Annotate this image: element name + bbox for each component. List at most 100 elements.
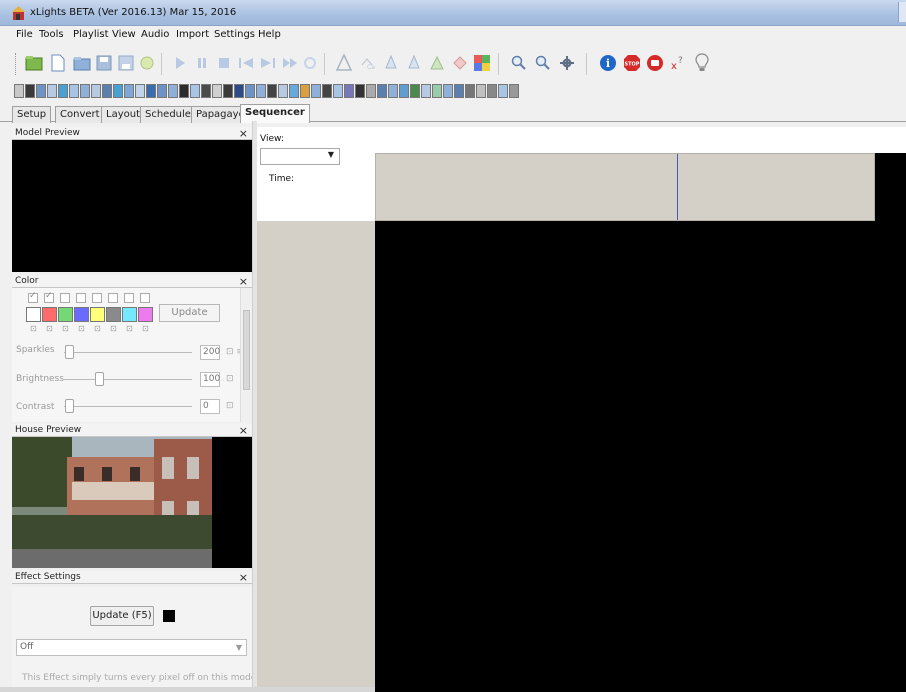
menu-import[interactable]: Import [176, 29, 209, 40]
menu-file[interactable]: File [16, 29, 33, 40]
house-preview-close-icon[interactable]: × [239, 424, 248, 437]
lock-icon[interactable]: ⊡ [110, 324, 117, 333]
stop-icon[interactable] [214, 53, 234, 73]
last-frame-icon[interactable] [258, 53, 278, 73]
new-file-icon[interactable] [48, 53, 68, 73]
effect-color-swatch[interactable] [163, 610, 175, 622]
info-icon[interactable]: i [598, 53, 618, 73]
sparkles-slider-thumb[interactable] [65, 345, 74, 359]
gear-icon[interactable] [557, 53, 577, 73]
lock-icon[interactable]: ⊡ [142, 324, 149, 333]
effects-grid[interactable] [375, 221, 906, 692]
chevron-down-icon[interactable]: ▼ [328, 150, 334, 159]
palette-checkbox-8[interactable] [140, 293, 150, 303]
render-icon[interactable] [137, 53, 157, 73]
sparkles-value[interactable]: 200 [200, 345, 220, 360]
play-icon[interactable] [170, 53, 190, 73]
tab-convert[interactable]: Convert [55, 106, 105, 123]
stop-sign-icon[interactable]: STOP [622, 53, 642, 73]
bucket-b-icon[interactable] [404, 53, 424, 73]
contrast-lock-icon[interactable]: ⊡ [226, 401, 234, 411]
loop-icon[interactable] [300, 53, 320, 73]
model-preview-canvas[interactable] [12, 140, 252, 272]
color-update-button[interactable]: Update [159, 304, 220, 322]
palette-swatch-4[interactable] [74, 307, 89, 322]
bucket-c-icon[interactable] [427, 53, 447, 73]
bulb-icon[interactable] [692, 53, 712, 73]
brightness-slider-thumb[interactable] [95, 372, 104, 386]
effect-update-button[interactable]: Update (F5) [90, 606, 154, 626]
chevron-down-icon[interactable]: ▼ [236, 640, 242, 655]
menu-audio[interactable]: Audio [141, 29, 169, 40]
palette-checkbox-4[interactable] [76, 293, 86, 303]
lock-icon[interactable]: ⊡ [46, 324, 53, 333]
lock-icon[interactable]: ⊡ [126, 324, 133, 333]
effect-select[interactable]: Off ▼ [16, 639, 247, 656]
model-preview-close-icon[interactable]: × [239, 127, 248, 140]
palette-checkbox-3[interactable] [60, 293, 70, 303]
tab-layout[interactable]: Layout [101, 106, 145, 123]
lock-icon[interactable]: ⊡ [94, 324, 101, 333]
bucket-d-icon[interactable] [450, 53, 470, 73]
menu-help[interactable]: Help [258, 29, 281, 40]
zoom-in-icon[interactable] [509, 53, 529, 73]
replay-icon[interactable] [280, 53, 300, 73]
lock-icon[interactable]: ⊡ [78, 324, 85, 333]
tab-sequencer[interactable]: Sequencer [240, 104, 310, 123]
effect-settings-close-icon[interactable]: × [239, 571, 248, 584]
palette-swatch-2[interactable] [42, 307, 57, 322]
menu-playlist[interactable]: Playlist [73, 29, 109, 40]
help-key-icon[interactable]: x? [668, 53, 688, 73]
color-panel-close-icon[interactable]: × [239, 275, 248, 288]
waveform-area[interactable] [375, 127, 906, 153]
save-icon[interactable] [94, 53, 114, 73]
model-preview-title: Model Preview [15, 128, 80, 138]
palette-checkbox-7[interactable] [124, 293, 134, 303]
view-select[interactable]: ▼ [260, 148, 340, 165]
color-panel-scrollbar[interactable] [240, 288, 252, 422]
toolbar-grip[interactable] [15, 53, 18, 75]
palette-swatch-7[interactable] [122, 307, 137, 322]
first-frame-icon[interactable] [236, 53, 256, 73]
contrast-slider-track[interactable] [64, 406, 192, 407]
palette-swatch-8[interactable] [138, 307, 153, 322]
palette-checkbox-6[interactable] [108, 293, 118, 303]
lock-icon[interactable]: ⊡ [30, 324, 37, 333]
house-preview-canvas[interactable] [12, 437, 252, 568]
sparkles-slider-track[interactable] [64, 352, 192, 353]
contrast-slider-thumb[interactable] [65, 399, 74, 413]
open-folder-icon[interactable] [24, 53, 44, 73]
brightness-slider-track[interactable] [64, 379, 192, 380]
lock-icon[interactable]: ⊡ [62, 324, 69, 333]
effect-icons-strip[interactable] [14, 84, 520, 100]
tab-schedule[interactable]: Schedule [140, 106, 196, 123]
palette-checkbox-1[interactable] [28, 291, 38, 303]
window-controls[interactable] [898, 2, 906, 22]
play-position-marker[interactable] [677, 154, 678, 220]
red-circle-icon[interactable] [645, 53, 665, 73]
menu-tools[interactable]: Tools [39, 29, 64, 40]
color-grid-icon[interactable] [472, 53, 492, 73]
open-icon[interactable] [72, 53, 92, 73]
palette-checkbox-5[interactable] [92, 293, 102, 303]
palette-checkbox-2[interactable] [44, 291, 54, 303]
row-headings-area[interactable] [257, 221, 375, 692]
menu-settings[interactable]: Settings [214, 29, 255, 40]
tab-setup[interactable]: Setup [12, 106, 52, 123]
brightness-value[interactable]: 100 [200, 372, 220, 387]
contrast-value[interactable]: 0 [200, 399, 220, 414]
pause-icon[interactable] [192, 53, 212, 73]
palette-swatch-3[interactable] [58, 307, 73, 322]
bucket-a-icon[interactable] [381, 53, 401, 73]
palette-swatch-1[interactable] [26, 307, 41, 322]
menu-view[interactable]: View [112, 29, 136, 40]
save-as-icon[interactable] [116, 53, 136, 73]
sequencer-view-box: View: ▼ Time: [257, 127, 375, 221]
bucket-pine-icon[interactable] [334, 53, 354, 73]
timeline[interactable] [375, 153, 875, 221]
palette-swatch-6[interactable] [106, 307, 121, 322]
paint-bucket-icon[interactable]: Ca [357, 53, 377, 73]
zoom-out-icon[interactable] [533, 53, 553, 73]
palette-swatch-5[interactable] [90, 307, 105, 322]
brightness-lock-icon[interactable]: ⊡ [226, 374, 234, 384]
